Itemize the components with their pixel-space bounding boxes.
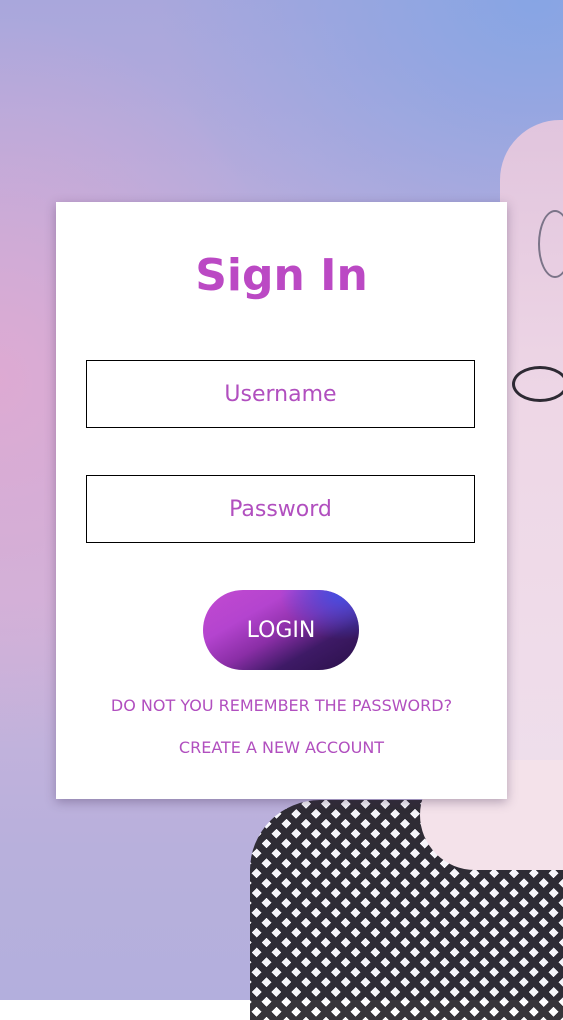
create-account-link[interactable]: CREATE A NEW ACCOUNT: [56, 738, 507, 757]
background-earring: [538, 210, 563, 278]
sign-in-title: Sign In: [195, 250, 368, 301]
login-button[interactable]: LOGIN: [203, 590, 359, 670]
background-person-shoulder: [500, 120, 563, 820]
background-houndstooth-skirt: [250, 800, 563, 1020]
login-button-label: LOGIN: [246, 617, 316, 643]
forgot-password-link[interactable]: DO NOT YOU REMEMBER THE PASSWORD?: [56, 696, 507, 715]
password-input[interactable]: [86, 475, 475, 543]
sign-in-card: Sign In LOGIN DO NOT YOU REMEMBER THE PA…: [56, 202, 507, 799]
username-input[interactable]: [86, 360, 475, 428]
background-sunglasses: [512, 366, 563, 402]
